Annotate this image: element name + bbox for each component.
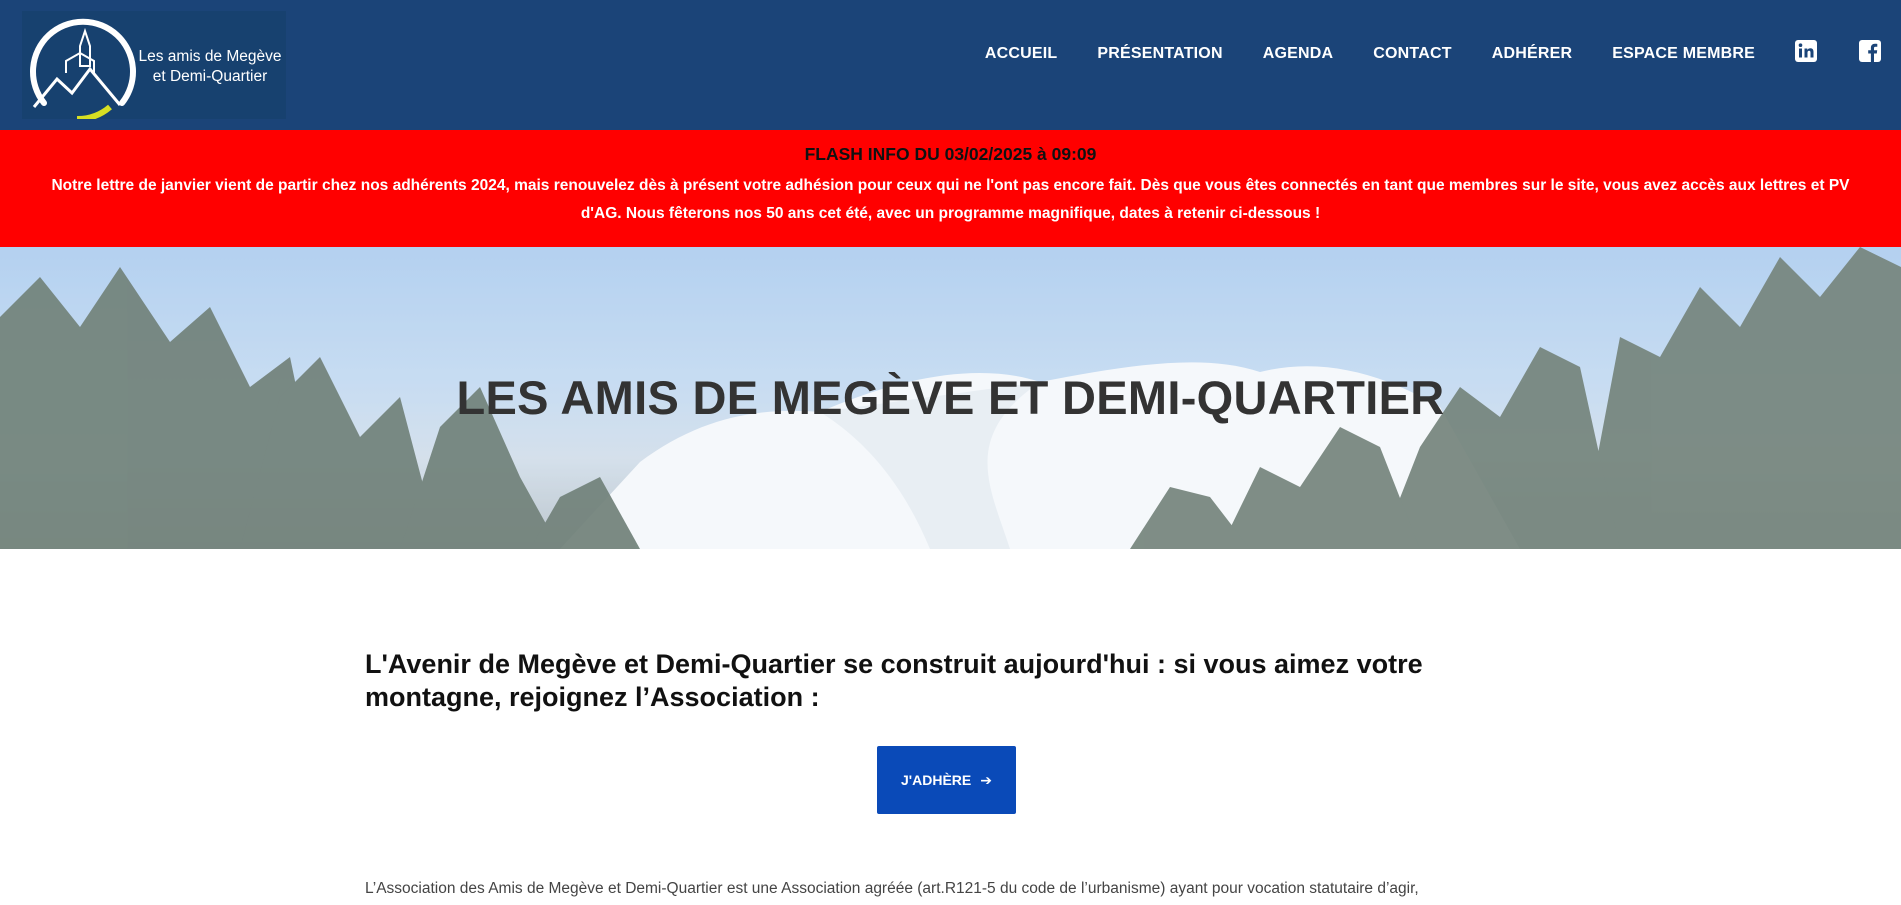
linkedin-icon[interactable] [1795,40,1817,67]
join-heading: L'Avenir de Megève et Demi-Quartier se c… [365,649,1423,712]
site-logo[interactable]: Les amis de Megève et Demi-Quartier [22,11,286,119]
intro-paragraph: L’Association des Amis de Megève et Demi… [365,880,1419,897]
logo-line-1: Les amis de Megève [138,48,282,65]
join-button[interactable]: J'ADHÈRE ➔ [877,746,1016,814]
flash-info-body: Notre lettre de janvier vient de partir … [51,177,1850,222]
join-button-label: J'ADHÈRE [901,772,972,788]
nav-adherer[interactable]: ADHÉRER [1492,45,1573,63]
facebook-icon[interactable] [1859,40,1881,67]
logo-mountain-icon [30,18,136,119]
social-links [1795,40,1881,67]
hero-title: LES AMIS DE MEGÈVE ET DEMI-QUARTIER [456,371,1445,424]
nav-presentation[interactable]: PRÉSENTATION [1097,45,1222,63]
logo-text: Les amis de Megève et Demi-Quartier [135,47,285,87]
nav-espace-membre[interactable]: ESPACE MEMBRE [1612,45,1755,63]
site-header: Les amis de Megève et Demi-Quartier ACCU… [0,0,1901,130]
nav-agenda[interactable]: AGENDA [1263,45,1334,63]
hero-banner: LES AMIS DE MEGÈVE ET DEMI-QUARTIER [0,247,1901,549]
nav-contact[interactable]: CONTACT [1373,45,1451,63]
main-nav: ACCUEIL PRÉSENTATION AGENDA CONTACT ADHÉ… [985,0,1901,107]
nav-accueil[interactable]: ACCUEIL [985,45,1058,63]
flash-info-title: FLASH INFO DU 03/02/2025 à 09:09 [804,144,1097,164]
logo-line-2: et Demi-Quartier [152,68,268,85]
flash-info-banner: FLASH INFO DU 03/02/2025 à 09:09 Notre l… [0,130,1901,247]
arrow-right-icon: ➔ [980,771,992,788]
